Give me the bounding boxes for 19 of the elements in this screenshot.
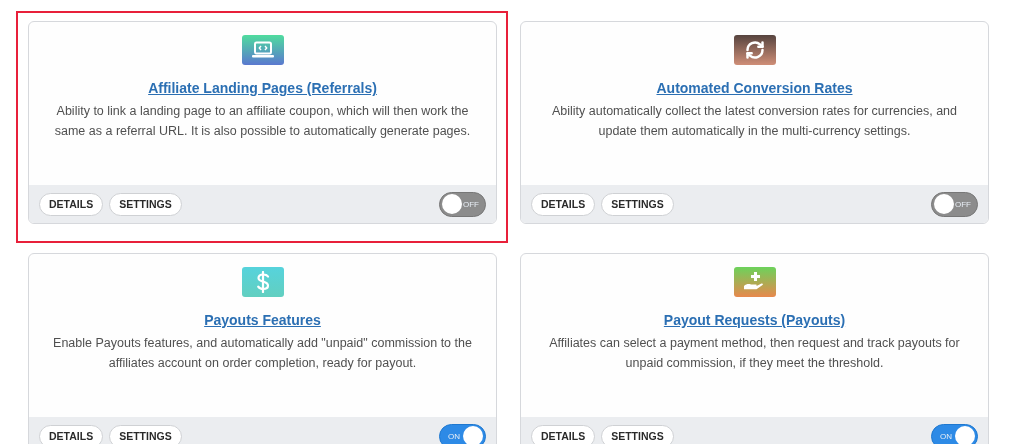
settings-button[interactable]: SETTINGS (601, 424, 674, 444)
laptop-code-icon (251, 41, 274, 59)
dollar-icon (255, 271, 270, 293)
settings-button[interactable]: SETTINGS (109, 424, 182, 444)
details-button[interactable]: DETAILS (531, 424, 596, 444)
feature-title-link[interactable]: Payouts Features (204, 312, 321, 328)
feature-title-link[interactable]: Affiliate Landing Pages (Referrals) (148, 80, 377, 96)
feature-title-link[interactable]: Payout Requests (Payouts) (663, 312, 846, 328)
details-button[interactable]: DETAILS (39, 424, 104, 444)
feature-description: Enable Payouts features, and automatically add "unpaid" commission to the affiliates account on order completion, ready for payout. (52, 335, 473, 372)
feature-description: Ability automatically collect the latest conversion rates for currencies, and update them automatically in the multi-currency settings. (550, 103, 959, 140)
feature-description: Ability to link a landing page to an affiliate coupon, which will then work the same as a referral URL. It is also possible to automatically generate pages. (53, 103, 472, 140)
feature-description: Affiliates can select a payment method, then request and track payouts for unpaid commission, if they meet the threshold. (548, 335, 961, 372)
settings-button[interactable]: SETTINGS (601, 192, 674, 216)
settings-button[interactable]: SETTINGS (109, 192, 182, 216)
details-button[interactable]: DETAILS (39, 192, 104, 216)
details-button[interactable]: DETAILS (531, 192, 596, 216)
refresh-icon (744, 40, 765, 60)
feature-title-link[interactable]: Automated Conversion Rates (656, 80, 853, 96)
